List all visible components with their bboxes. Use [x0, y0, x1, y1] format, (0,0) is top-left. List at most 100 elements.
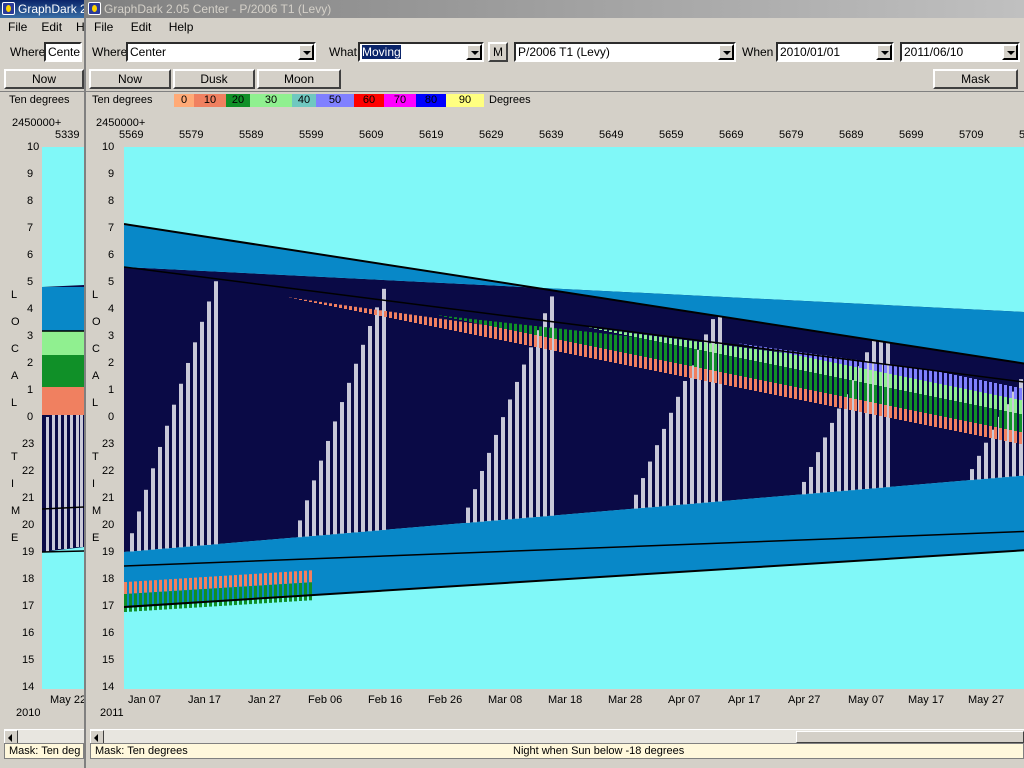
altitude-bar [884, 364, 887, 373]
altitude-bar [554, 339, 557, 351]
moon-bar [368, 326, 372, 532]
left-where-field[interactable]: Center [44, 42, 82, 62]
altitude-bar [184, 578, 187, 591]
date-tick: Jan 17 [188, 694, 222, 706]
altitude-bar [859, 368, 862, 382]
where-combo[interactable]: Center [126, 42, 316, 62]
altitude-bar [509, 330, 512, 342]
mask-button[interactable]: Mask [933, 69, 1018, 89]
altitude-bar [964, 421, 967, 433]
main-plot-area[interactable] [124, 147, 1024, 689]
moon-bar [193, 342, 197, 547]
left-hscrollbar[interactable] [4, 729, 84, 744]
left-hour-tick: 22 [22, 465, 35, 477]
chevron-down-icon[interactable] [876, 44, 892, 60]
chevron-down-icon[interactable] [466, 44, 482, 60]
menu-file[interactable]: File [94, 20, 113, 34]
altitude-bar [899, 408, 902, 420]
altitude-bar [309, 582, 312, 601]
altitude-bar [149, 592, 152, 611]
left-menu-edit[interactable]: Edit [41, 20, 62, 34]
object-combo[interactable]: P/2006 T1 (Levy) [514, 42, 736, 62]
date-tick: Feb 26 [428, 694, 463, 706]
altitude-bar [1004, 385, 1007, 397]
altitude-bar [574, 343, 577, 355]
left-divider [0, 91, 86, 92]
altitude-bar [474, 323, 477, 335]
menu-help[interactable]: Help [169, 20, 194, 34]
moon-bar [690, 365, 694, 504]
moon-bar [165, 425, 169, 549]
menu-edit[interactable]: Edit [131, 20, 152, 34]
now-button[interactable]: Now [89, 69, 171, 89]
altitude-bar [994, 427, 997, 439]
altitude-bar [449, 316, 452, 318]
altitude-bar [454, 317, 457, 319]
altitude-bar [884, 405, 887, 417]
altitude-bar [1014, 431, 1017, 443]
chevron-down-icon[interactable] [718, 44, 734, 60]
altitude-bar [674, 363, 677, 375]
altitude-bar [264, 585, 267, 604]
m-button[interactable]: M [488, 42, 508, 62]
altitude-bar [984, 393, 987, 407]
moon-bar [298, 520, 302, 538]
legend-swatch-30: 30 [250, 94, 292, 107]
chevron-down-icon[interactable] [298, 44, 314, 60]
altitude-bar [544, 327, 547, 337]
main-window-titlebar[interactable]: GraphDark 2.05 Center - P/2006 T1 (Levy) [86, 0, 1024, 18]
dusk-button[interactable]: Dusk [173, 69, 255, 89]
altitude-bar [674, 345, 677, 363]
altitude-bar [924, 413, 927, 425]
year-label: 2011 [100, 707, 124, 719]
altitude-bar [779, 366, 782, 384]
jd-tick: 5639 [539, 129, 564, 141]
start-date-combo[interactable]: 2010/01/01 [776, 42, 894, 62]
moon-bar [662, 428, 666, 507]
altitude-bar [379, 310, 382, 316]
altitude-bar [664, 361, 667, 373]
altitude-bar [699, 341, 702, 350]
altitude-bar [819, 392, 822, 404]
left-now-button[interactable]: Now [4, 69, 84, 89]
altitude-bar [564, 329, 567, 341]
altitude-bar [944, 373, 947, 385]
altitude-bar [844, 397, 847, 409]
altitude-bar [759, 349, 762, 362]
left-window-title: GraphDark 2 [18, 2, 86, 16]
moon-bar [809, 466, 813, 494]
moon-button[interactable]: Moon [257, 69, 341, 89]
altitude-bar [469, 318, 472, 322]
altitude-bar [774, 351, 777, 365]
altitude-bar [249, 586, 252, 605]
what-combo[interactable]: Moving [358, 42, 484, 62]
jd-tick: 5609 [359, 129, 384, 141]
altitude-bar [249, 574, 252, 587]
left-plot-area[interactable] [42, 147, 84, 689]
altitude-bar [659, 336, 662, 342]
altitude-bar [224, 575, 227, 588]
altitude-bar [639, 338, 642, 356]
chevron-down-icon[interactable] [1002, 44, 1018, 60]
main-hscrollbar[interactable] [90, 729, 1024, 744]
altitude-bar [129, 593, 132, 612]
altitude-bar [614, 351, 617, 363]
moon-bar [137, 511, 141, 551]
moon-bar [179, 383, 183, 548]
altitude-bar [634, 355, 637, 367]
left-toolbar: Where Center [0, 40, 86, 66]
y-title-letter: M [92, 505, 102, 517]
altitude-bar [914, 411, 917, 423]
left-menu-file[interactable]: File [8, 20, 27, 34]
altitude-bar [609, 330, 612, 332]
altitude-bar [469, 322, 472, 334]
scroll-thumb[interactable] [796, 731, 1024, 743]
altitude-bar [974, 423, 977, 435]
altitude-bar [504, 329, 507, 341]
left-year-label: 2010 [16, 707, 41, 719]
altitude-bar [159, 579, 162, 592]
left-window-titlebar[interactable]: GraphDark 2 [0, 0, 86, 18]
left-scroll-left-button[interactable] [4, 730, 18, 744]
end-date-combo[interactable]: 2011/06/10 [900, 42, 1020, 62]
scroll-left-button[interactable] [90, 730, 104, 744]
